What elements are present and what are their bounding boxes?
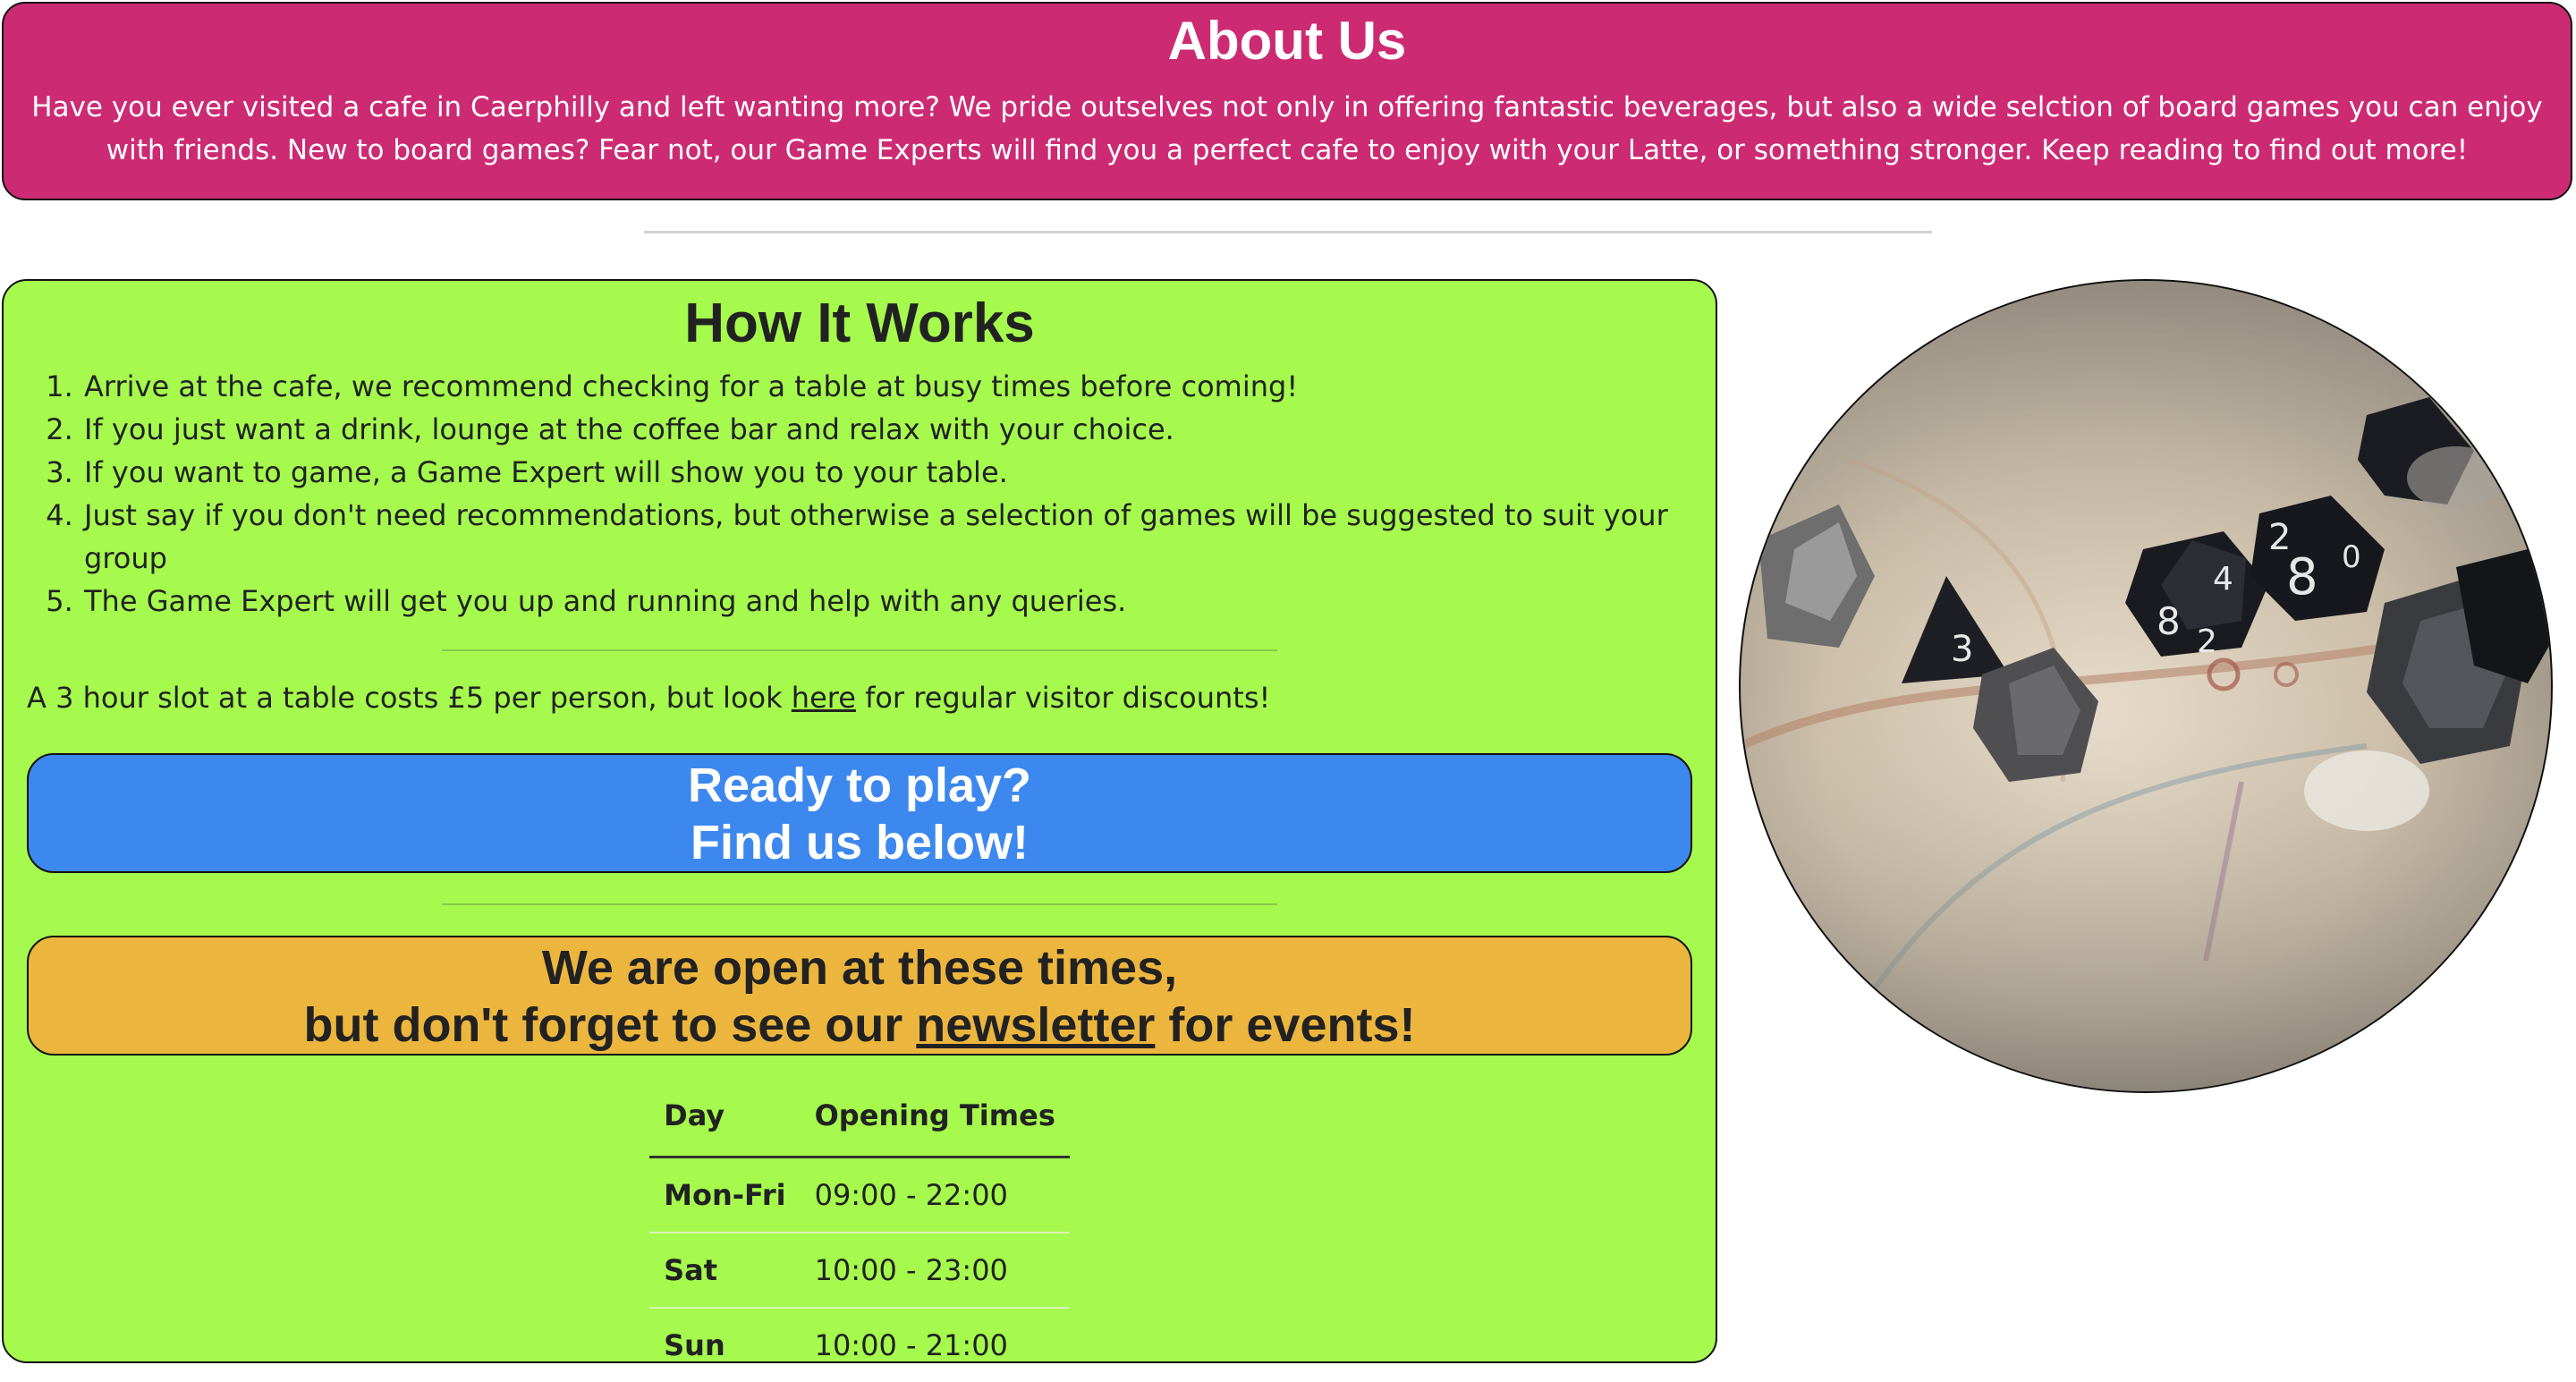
die-number: 3 [1951, 629, 1973, 670]
how-it-works-section: How It Works Arrive at the cafe, we reco… [2, 279, 1717, 1382]
newsletter-link[interactable]: newsletter [916, 998, 1155, 1052]
table-row: Sun 10:00 - 21:00 [649, 1307, 1070, 1382]
step-item: Arrive at the cafe, we recommend checkin… [82, 365, 1680, 408]
about-section: About Us Have you ever visited a cafe in… [2, 2, 2572, 200]
blurred-stone [2407, 446, 2505, 509]
discounts-link[interactable]: here [792, 681, 856, 715]
ready-to-play-banner: Ready to play? Find us below! [27, 753, 1692, 873]
open-line-2-end: for events! [1155, 998, 1416, 1052]
table-row: Mon-Fri 09:00 - 22:00 [649, 1157, 1070, 1234]
price-text: A 3 hour slot at a table costs £5 per pe… [27, 676, 1716, 719]
day-cell: Mon-Fri [664, 1178, 786, 1212]
step-item: If you just want a drink, lounge at the … [82, 408, 1680, 451]
table-header-row: Day Opening Times [649, 1075, 1070, 1158]
dice-on-map-photo: 3 8 2 4 8 2 0 [1739, 279, 2553, 1093]
table-row: Sat 10:00 - 23:00 [649, 1232, 1070, 1308]
ready-line-1: Ready to play? [687, 759, 1032, 812]
open-line-2-start: but don't forget to see our [303, 998, 917, 1052]
price-text-end: for regular visitor discounts! [855, 681, 1271, 715]
time-cell: 10:00 - 21:00 [800, 1307, 1070, 1382]
how-it-works-title: How It Works [684, 293, 1035, 354]
die-number: 0 [2342, 539, 2361, 575]
steps-list: Arrive at the cafe, we recommend checkin… [4, 365, 1680, 623]
time-cell: 10:00 - 23:00 [800, 1232, 1070, 1308]
dice-illustration: 3 8 2 4 8 2 0 [1741, 281, 2551, 1091]
divider [442, 649, 1277, 651]
section-divider [644, 231, 1932, 233]
time-cell: 09:00 - 22:00 [814, 1178, 1008, 1212]
ready-line-2: Find us below! [691, 816, 1029, 869]
step-item: If you want to game, a Game Expert will … [82, 451, 1680, 494]
step-item: Just say if you don't need recommendatio… [82, 494, 1680, 580]
die-number: 8 [2157, 599, 2181, 643]
die-number: 2 [2268, 517, 2291, 558]
open-line-1: We are open at these times, [541, 941, 1178, 995]
open-line-2: but don't forget to see our newsletter f… [29, 996, 1690, 1054]
day-cell: Sun [649, 1307, 801, 1382]
column-header-opening-times: Opening Times [800, 1075, 1070, 1158]
step-item: The Game Expert will get you up and runn… [82, 580, 1680, 623]
opening-times-table: Day Opening Times Mon-Fri 09:00 - 22:00 … [649, 1075, 1070, 1382]
column-header-day: Day [649, 1075, 801, 1158]
white-stone [2304, 750, 2429, 831]
about-title: About Us [1167, 11, 1407, 71]
day-cell: Sat [649, 1232, 801, 1308]
die-number: 2 [2197, 623, 2217, 660]
price-text-start: A 3 hour slot at a table costs £5 per pe… [27, 681, 792, 715]
opening-times-banner: We are open at these times, but don't fo… [27, 936, 1692, 1056]
die-number: 4 [2213, 561, 2233, 598]
divider [442, 903, 1277, 905]
about-text: Have you ever visited a cafe in Caerphil… [31, 91, 2543, 166]
